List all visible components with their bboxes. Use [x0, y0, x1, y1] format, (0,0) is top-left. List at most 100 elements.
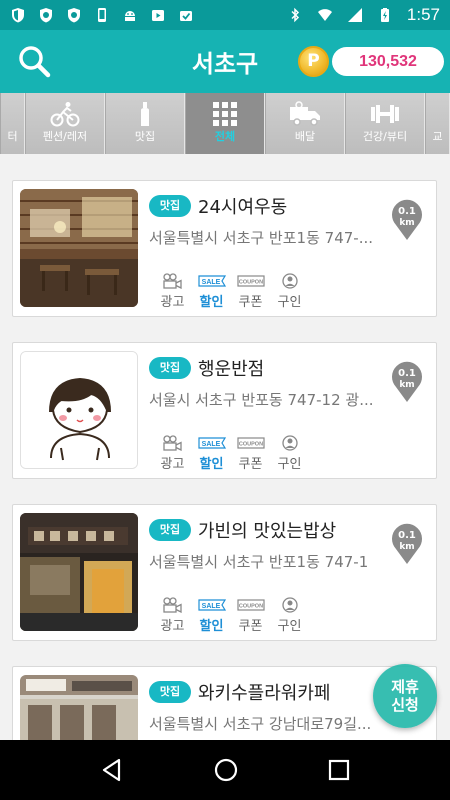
bottle-icon — [141, 102, 149, 126]
distance-unit: km — [399, 218, 415, 228]
tab-restaurants[interactable]: 맛집 — [105, 93, 185, 154]
tab-partial-left[interactable]: 터 — [0, 93, 25, 154]
app-header: 서초구 P 130,532 — [0, 30, 450, 93]
store-address: 서울특별시 서초구 반포1동 747-... — [149, 229, 373, 247]
person-circle-icon — [281, 597, 298, 613]
store-address: 서울특별시 서초구 반포1동 747-1 — [149, 553, 369, 571]
status-bar: 1:57 — [0, 0, 450, 30]
distance-value: 0.1 — [398, 368, 416, 379]
points-balance[interactable]: 130,532 — [332, 47, 444, 76]
distance-value: 0.1 — [398, 530, 416, 541]
signal-icon — [347, 8, 362, 22]
coupon-badge: COUPON 쿠폰 — [231, 435, 270, 472]
fab-label-line2: 신청 — [391, 696, 419, 714]
ad-badge: 광고 — [153, 435, 192, 472]
svg-text:COUPON: COUPON — [238, 442, 262, 448]
store-name: 와키수플라워카페 — [198, 683, 331, 704]
distance-pin: 0.1 km — [391, 199, 423, 241]
tab-all[interactable]: 전체 — [185, 93, 265, 154]
vpn-shield-icon — [40, 8, 52, 23]
delivery-truck-icon — [290, 101, 320, 126]
tab-label: 맛집 — [134, 130, 156, 143]
store-address: 서울시 서초구 반포동 747-12 광... — [149, 391, 374, 409]
svg-text:SALE: SALE — [201, 279, 220, 286]
coupon-badge: COUPON 쿠폰 — [231, 597, 270, 634]
tab-health-beauty[interactable]: 건강/뷰티 — [345, 93, 425, 154]
fab-label-line1: 제휴 — [391, 678, 419, 696]
distance-unit: km — [399, 542, 415, 552]
hire-badge: 구인 — [270, 597, 309, 634]
video-camera-icon — [162, 273, 182, 289]
hire-badge: 구인 — [270, 273, 309, 310]
recents-icon[interactable] — [327, 758, 351, 782]
svg-text:SALE: SALE — [201, 603, 220, 610]
list-item[interactable]: 맛집 가빈의 맛있는밥상 서울특별시 서초구 반포1동 747-1 0.1 km… — [12, 504, 437, 641]
tab-partial-right[interactable]: 교 — [425, 93, 450, 154]
list-item[interactable]: 맛집 24시여우동 서울특별시 서초구 반포1동 747-... 0.1 km … — [12, 180, 437, 317]
video-camera-icon — [162, 597, 182, 613]
coupon-badge: COUPON 쿠폰 — [231, 273, 270, 310]
cyclist-icon — [50, 102, 80, 127]
store-photo — [20, 513, 138, 631]
wifi-icon — [317, 9, 332, 21]
category-tag: 맛집 — [149, 357, 191, 379]
category-tag: 맛집 — [149, 681, 191, 703]
sale-tag-icon: SALE — [197, 275, 226, 287]
category-tabs: 터 펜션/레저 맛집 전체 배달 건강/뷰티 교 — [0, 93, 450, 154]
feature-badges: 광고 SALE 할인 COUPON 쿠폰 구인 — [153, 597, 309, 634]
category-tag: 맛집 — [149, 519, 191, 541]
store-name: 가빈의 맛있는밥상 — [198, 521, 337, 542]
barbell-icon — [371, 105, 399, 123]
tab-label: 건강/뷰티 — [362, 130, 408, 143]
search-button[interactable] — [17, 44, 53, 80]
category-tag: 맛집 — [149, 195, 191, 217]
tab-delivery[interactable]: 배달 — [265, 93, 345, 154]
sale-badge: SALE 할인 — [192, 273, 231, 310]
point-coin-icon[interactable]: P — [298, 46, 329, 77]
tab-label: 터 — [7, 130, 18, 143]
coupon-icon: COUPON — [236, 437, 265, 449]
svg-text:COUPON: COUPON — [238, 280, 262, 286]
person-circle-icon — [281, 435, 298, 451]
shield-icon — [12, 8, 24, 23]
bluetooth-icon — [291, 7, 299, 23]
back-icon[interactable] — [99, 757, 125, 783]
grid-icon — [213, 102, 237, 126]
feature-badges: 광고 SALE 할인 COUPON 쿠폰 구인 — [153, 435, 309, 472]
store-name: 행운반점 — [198, 359, 265, 380]
search-icon — [19, 46, 51, 78]
person-circle-icon — [281, 273, 298, 289]
sale-badge: SALE 할인 — [192, 597, 231, 634]
coupon-icon: COUPON — [236, 599, 265, 611]
store-photo — [20, 351, 138, 469]
hire-badge: 구인 — [270, 435, 309, 472]
store-name: 24시여우동 — [198, 197, 288, 218]
list-item[interactable]: 맛집 행운반점 서울시 서초구 반포동 747-12 광... 0.1 km 광… — [12, 342, 437, 479]
clock: 1:57 — [406, 5, 440, 24]
store-photo — [20, 189, 138, 307]
home-icon[interactable] — [213, 757, 239, 783]
svg-text:COUPON: COUPON — [238, 604, 262, 610]
battery-charging-icon — [380, 8, 389, 22]
ad-badge: 광고 — [153, 597, 192, 634]
distance-unit: km — [399, 380, 415, 390]
video-camera-icon — [162, 435, 182, 451]
feature-badges: 광고 SALE 할인 COUPON 쿠폰 구인 — [153, 273, 309, 310]
partnership-apply-button[interactable]: 제휴 신청 — [373, 664, 437, 728]
tab-label: 배달 — [294, 130, 316, 143]
system-nav-bar — [0, 740, 450, 800]
sale-badge: SALE 할인 — [192, 435, 231, 472]
tab-pension-leisure[interactable]: 펜션/레저 — [25, 93, 105, 154]
tab-label: 전체 — [214, 130, 236, 143]
store-photo — [20, 675, 138, 740]
download-done-icon — [180, 11, 192, 21]
coupon-icon: COUPON — [236, 275, 265, 287]
distance-pin: 0.1 km — [391, 361, 423, 403]
ad-badge: 광고 — [153, 273, 192, 310]
sale-tag-icon: SALE — [197, 437, 226, 449]
sale-tag-icon: SALE — [197, 599, 226, 611]
listing-list: 맛집 24시여우동 서울특별시 서초구 반포1동 747-... 0.1 km … — [0, 154, 450, 740]
tab-label: 펜션/레저 — [42, 130, 88, 143]
store-address: 서울특별시 서초구 강남대로79길... — [149, 715, 372, 733]
distance-pin: 0.1 km — [391, 523, 423, 565]
